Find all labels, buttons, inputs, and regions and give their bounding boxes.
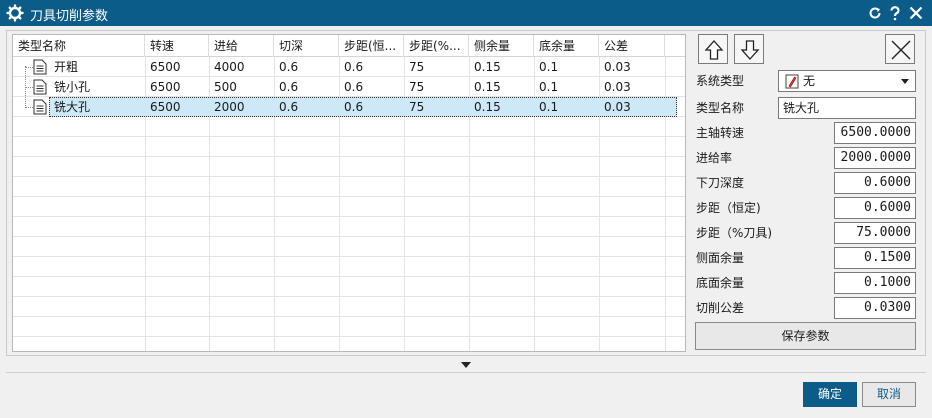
cell-type-name: 铣小孔 <box>54 80 91 94</box>
title-bar: 刀具切削参数 <box>0 0 932 26</box>
col-header-step-constant[interactable]: 步距(恒... <box>339 35 404 57</box>
cut-depth-label: 下刀深度 <box>696 176 745 190</box>
cell-tolerance: 0.03 <box>604 100 631 114</box>
cell-type-name: 铣大孔 <box>54 100 91 114</box>
expand-down-icon[interactable] <box>461 362 471 368</box>
type-name-input[interactable]: 铣大孔 <box>778 97 916 119</box>
cell-speed: 6500 <box>150 80 181 94</box>
cut-tolerance-label: 切削公差 <box>696 301 745 315</box>
chevron-down-icon <box>901 79 909 84</box>
stepover-percent-input[interactable]: 75.0000 <box>834 222 916 244</box>
table-row-empty <box>13 117 685 137</box>
col-header-type-name[interactable]: 类型名称 <box>13 35 145 57</box>
cell-tolerance: 0.03 <box>604 80 631 94</box>
stepover-constant-label: 步距（恒定) <box>696 201 761 215</box>
arrow-up-icon <box>704 40 724 60</box>
stepover-constant-input[interactable]: 0.6000 <box>834 197 916 219</box>
spindle-speed-label: 主轴转速 <box>696 126 745 140</box>
cell-tolerance: 0.03 <box>604 60 631 74</box>
system-type-label: 系统类型 <box>696 74 745 88</box>
col-header-step-percent[interactable]: 步距(%... <box>404 35 469 57</box>
col-header-depth[interactable]: 切深 <box>274 35 339 57</box>
feed-rate-label: 进给率 <box>696 151 733 165</box>
table-row-empty <box>13 157 685 177</box>
save-parameters-button[interactable]: 保存参数 <box>695 322 916 350</box>
cell-feed: 500 <box>214 80 237 94</box>
cell-floor-stock: 0.1 <box>539 100 559 114</box>
table-row-empty <box>13 197 685 217</box>
cell-step-percent: 75 <box>409 60 425 74</box>
arrow-down-icon <box>740 40 760 60</box>
footer-divider <box>6 372 926 373</box>
cell-depth: 0.6 <box>279 80 299 94</box>
delete-button[interactable] <box>885 34 915 64</box>
table-row[interactable]: 铣小孔 6500 500 0.6 0.6 75 0.15 0.1 0.03 <box>13 77 685 97</box>
cell-floor-stock: 0.1 <box>539 60 559 74</box>
cell-floor-stock: 0.1 <box>539 80 559 94</box>
cell-feed: 4000 <box>214 60 245 74</box>
col-header-tolerance[interactable]: 公差 <box>599 35 665 57</box>
col-header-floor-stock[interactable]: 底余量 <box>534 35 599 57</box>
table-row-selected[interactable]: 铣大孔 6500 2000 0.6 0.6 75 0.15 0.1 0.03 <box>13 97 685 117</box>
cancel-button[interactable]: 取消 <box>862 382 916 407</box>
feed-rate-input[interactable]: 2000.0000 <box>834 147 916 169</box>
cell-step-constant: 0.6 <box>344 80 364 94</box>
system-type-value: 无 <box>803 74 816 88</box>
col-header-feed[interactable]: 进给 <box>209 35 274 57</box>
type-name-label: 类型名称 <box>696 101 745 115</box>
table-row-empty <box>13 317 685 337</box>
cell-side-stock: 0.15 <box>474 60 501 74</box>
move-down-button[interactable] <box>734 34 764 64</box>
table-row-empty <box>13 277 685 297</box>
table-row-empty <box>13 237 685 257</box>
col-header-side-stock[interactable]: 侧余量 <box>469 35 534 57</box>
move-up-button[interactable] <box>698 34 728 64</box>
ok-button[interactable]: 确定 <box>803 382 857 407</box>
floor-stock-input[interactable]: 0.1000 <box>834 272 916 294</box>
cell-depth: 0.6 <box>279 100 299 114</box>
table-row[interactable]: 开粗 6500 4000 0.6 0.6 75 0.15 0.1 0.03 <box>13 57 685 77</box>
system-type-select[interactable]: 无 <box>778 70 916 92</box>
table-row-empty <box>13 257 685 277</box>
side-stock-label: 侧面余量 <box>696 251 745 265</box>
tool-type-table[interactable]: 类型名称 转速 进给 切深 步距(恒... 步距(%... 侧余量 底余量 公差… <box>12 34 686 352</box>
cut-depth-input[interactable]: 0.6000 <box>834 172 916 194</box>
reset-icon[interactable] <box>866 4 884 22</box>
help-icon[interactable] <box>886 4 904 22</box>
close-icon[interactable] <box>907 4 925 22</box>
cut-tolerance-input[interactable]: 0.0300 <box>834 297 916 319</box>
cell-side-stock: 0.15 <box>474 100 501 114</box>
document-icon <box>33 59 47 75</box>
gear-icon <box>6 4 24 22</box>
floor-stock-label: 底面余量 <box>696 276 745 290</box>
stepover-percent-label: 步距（%刀具) <box>696 226 773 240</box>
cell-step-percent: 75 <box>409 100 425 114</box>
table-row-empty <box>13 217 685 237</box>
col-header-speed[interactable]: 转速 <box>145 35 209 57</box>
delete-x-icon <box>891 40 911 60</box>
cell-step-constant: 0.6 <box>344 60 364 74</box>
cell-depth: 0.6 <box>279 60 299 74</box>
cell-type-name: 开粗 <box>54 60 79 74</box>
table-row-empty <box>13 137 685 157</box>
cell-speed: 6500 <box>150 60 181 74</box>
table-row-empty <box>13 177 685 197</box>
document-icon <box>33 79 47 95</box>
pencil-icon <box>785 74 799 89</box>
document-icon <box>33 99 47 115</box>
cell-step-constant: 0.6 <box>344 100 364 114</box>
cell-speed: 6500 <box>150 100 181 114</box>
table-row-empty <box>13 297 685 317</box>
table-header: 类型名称 转速 进给 切深 步距(恒... 步距(%... 侧余量 底余量 公差 <box>13 35 685 57</box>
window-title: 刀具切削参数 <box>30 9 109 24</box>
spindle-speed-input[interactable]: 6500.0000 <box>834 122 916 144</box>
side-stock-input[interactable]: 0.1500 <box>834 247 916 269</box>
cell-step-percent: 75 <box>409 80 425 94</box>
cell-feed: 2000 <box>214 100 245 114</box>
cell-side-stock: 0.15 <box>474 80 501 94</box>
